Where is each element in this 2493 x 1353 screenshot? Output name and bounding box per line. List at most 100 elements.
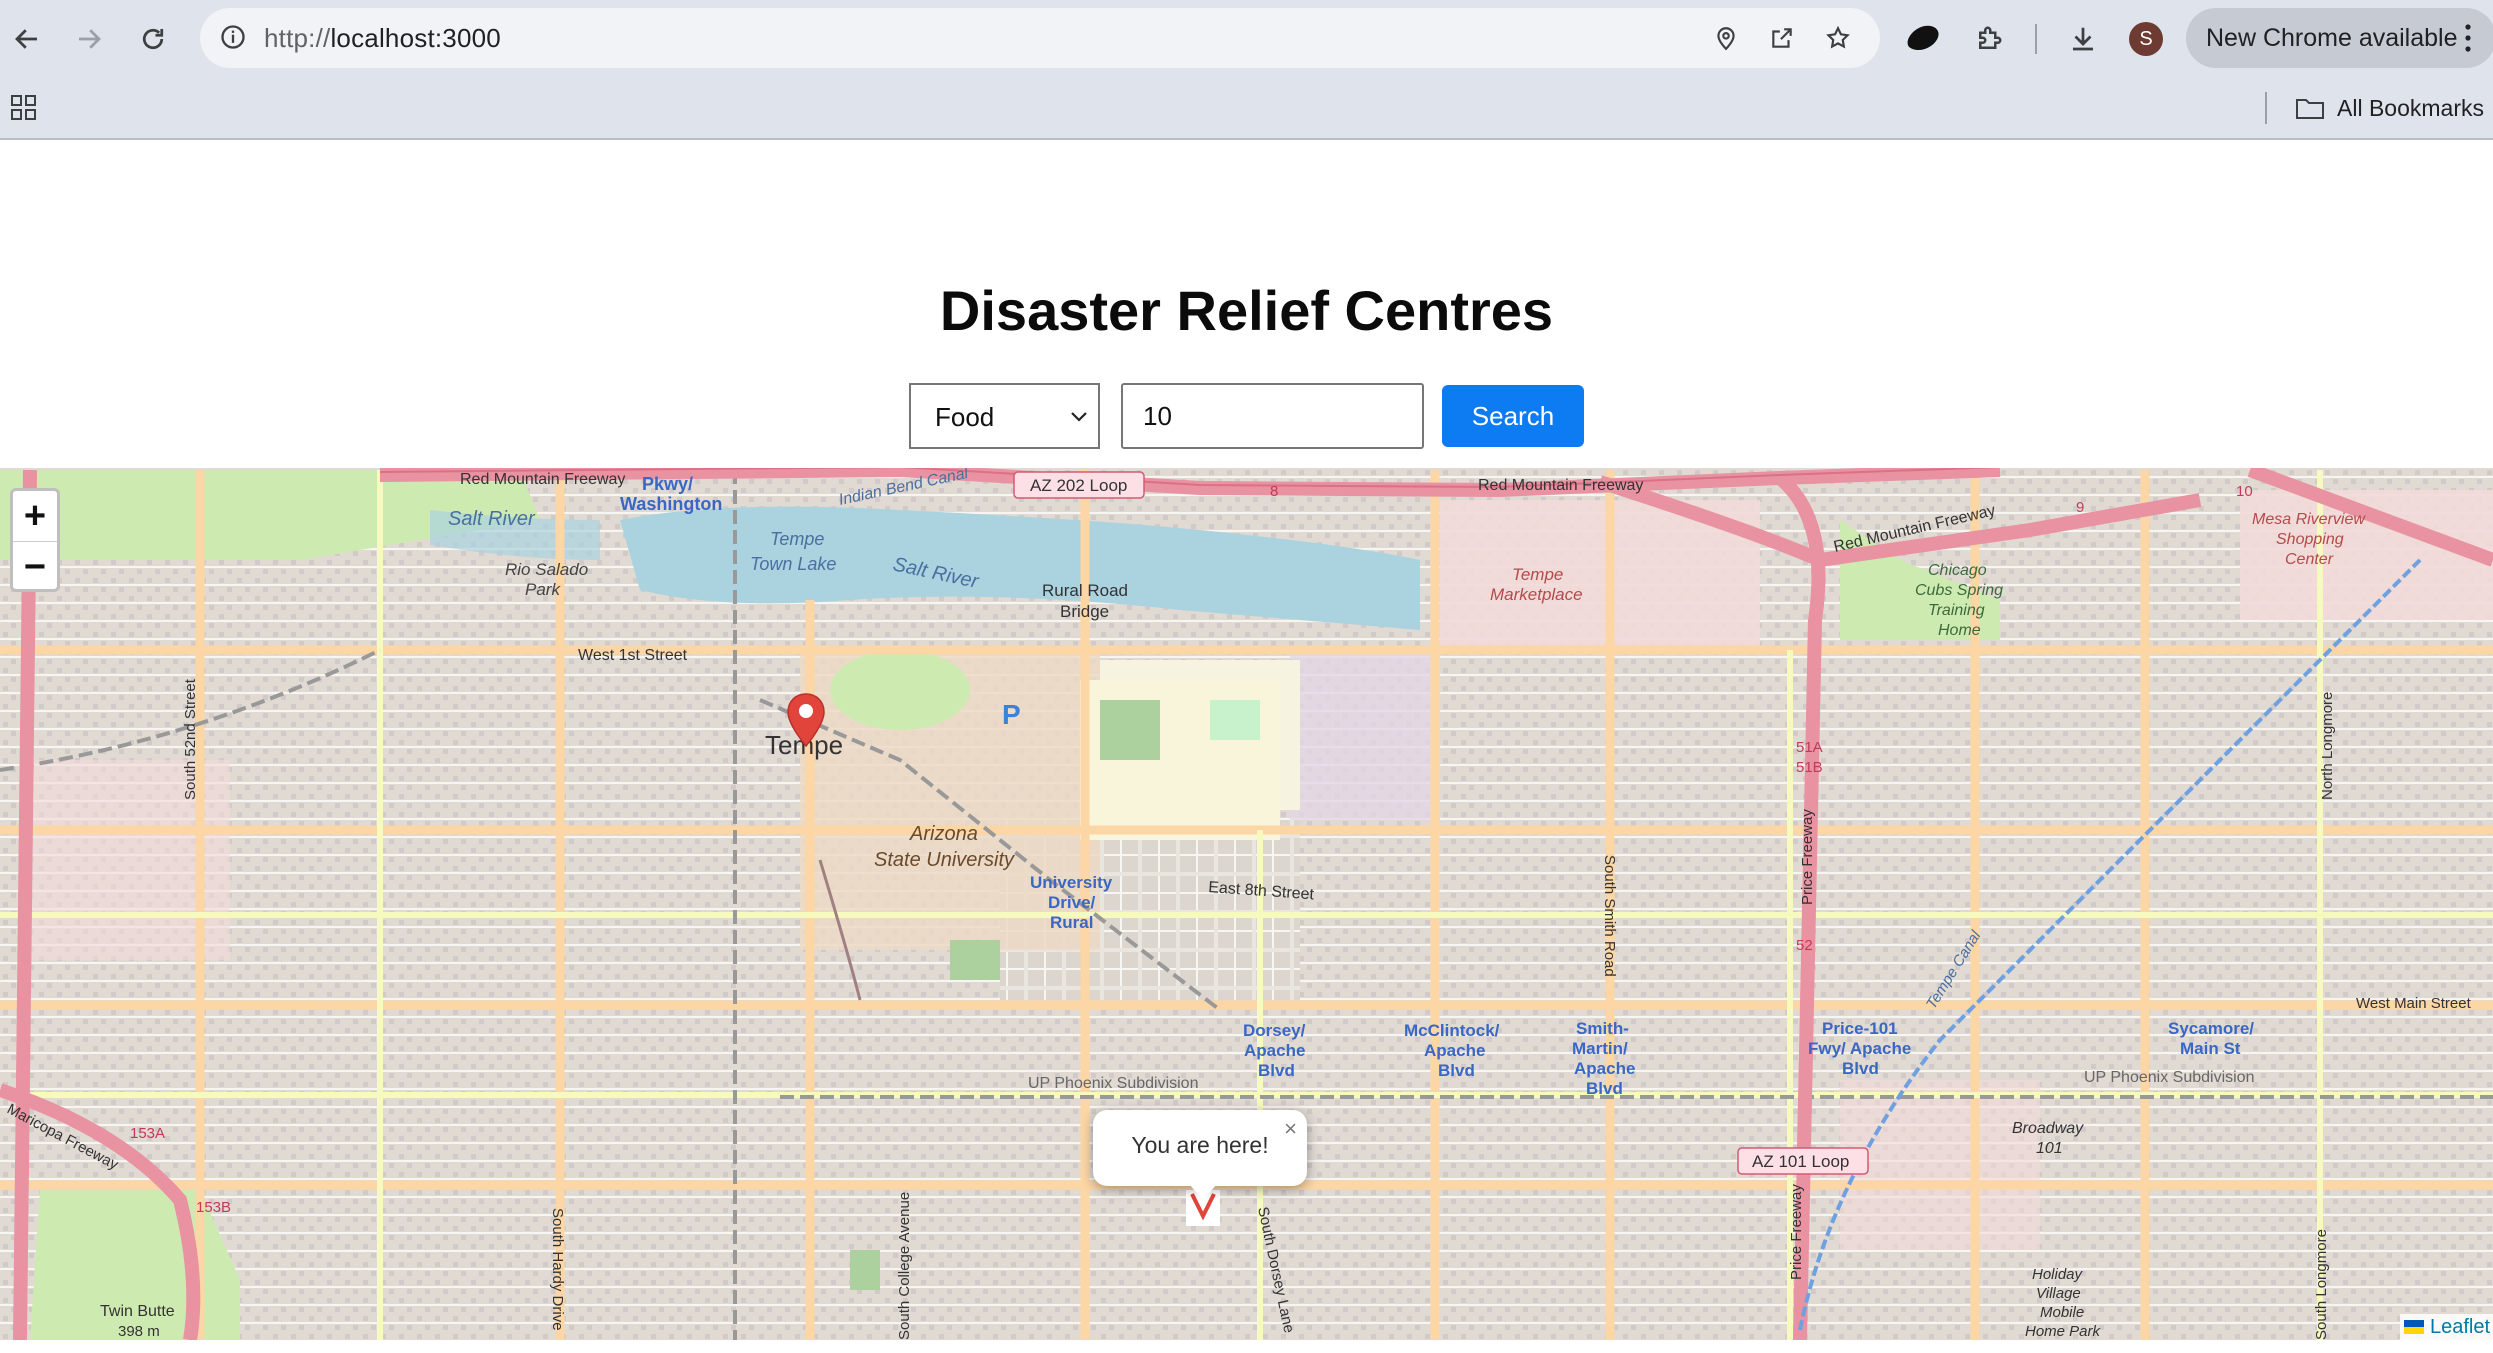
map-label: Washington bbox=[620, 494, 722, 514]
map-label: University bbox=[1030, 873, 1113, 892]
map-label: Arizona bbox=[909, 823, 978, 845]
map-label: Center bbox=[2285, 551, 2334, 568]
all-bookmarks-button[interactable]: All Bookmarks bbox=[2295, 90, 2484, 126]
open-in-new-icon[interactable] bbox=[1766, 22, 1798, 54]
map-label: 101 bbox=[2036, 1140, 2063, 1157]
map-label: Marketplace bbox=[1490, 585, 1583, 604]
map-label: Rio Salado bbox=[505, 560, 588, 579]
popup-close-button[interactable]: × bbox=[1284, 1116, 1297, 1142]
map-label: Shopping bbox=[2276, 531, 2344, 548]
category-selected-value: Food bbox=[935, 402, 995, 432]
update-label: New Chrome available bbox=[2206, 24, 2458, 52]
zoom-in-button[interactable]: + bbox=[13, 491, 57, 542]
ukraine-flag-icon bbox=[2404, 1320, 2424, 1334]
map-label: State University bbox=[874, 849, 1015, 871]
map-label: Cubs Spring bbox=[1915, 582, 2003, 599]
extensions-puzzle-icon[interactable] bbox=[1969, 20, 2009, 58]
site-info-icon[interactable] bbox=[218, 22, 248, 52]
map-label: Bridge bbox=[1060, 602, 1109, 621]
apps-grid-icon[interactable] bbox=[10, 94, 38, 122]
extension-blob-icon[interactable] bbox=[1902, 20, 1942, 58]
map-label: Dorsey/ bbox=[1243, 1021, 1306, 1040]
map-label: Main St bbox=[2180, 1039, 2241, 1058]
address-bar[interactable]: http://localhost:3000 bbox=[200, 8, 1880, 68]
map-label: Apache bbox=[1574, 1059, 1635, 1078]
map-label: Twin Butte bbox=[100, 1303, 175, 1320]
zoom-out-button[interactable]: − bbox=[13, 542, 57, 592]
bookmarks-divider bbox=[2265, 92, 2267, 124]
map-label: Price Freeway bbox=[1788, 1184, 1805, 1280]
map-label: 52 bbox=[1796, 937, 1813, 954]
map-label: 153B bbox=[196, 1199, 231, 1216]
map-label: Drive/ bbox=[1048, 893, 1096, 912]
map-label: West Main Street bbox=[2356, 995, 2472, 1012]
folder-icon bbox=[2296, 99, 2324, 119]
map-label: Blvd bbox=[1258, 1061, 1295, 1080]
map-label: Home Park bbox=[2025, 1323, 2102, 1340]
map-label: Apache bbox=[1424, 1041, 1485, 1060]
map-label: South Hardy Drive bbox=[549, 1208, 566, 1331]
map-label: 51A bbox=[1796, 739, 1823, 756]
bookmark-star-icon[interactable] bbox=[1822, 22, 1854, 54]
map-label: Home bbox=[1938, 622, 1981, 639]
download-icon[interactable] bbox=[2063, 20, 2103, 58]
map-label: AZ 202 Loop bbox=[1030, 476, 1127, 495]
map-container[interactable]: Salt River Salt River Rio Salado Park Pk… bbox=[0, 468, 2493, 1340]
map-label: Holiday bbox=[2032, 1266, 2084, 1283]
popup-tip bbox=[1189, 1184, 1217, 1200]
radius-input[interactable] bbox=[1121, 383, 1424, 449]
map-label: P bbox=[1002, 699, 1021, 730]
map-label: Tempe bbox=[770, 529, 824, 549]
category-select[interactable]: Food bbox=[909, 383, 1100, 449]
map-label: Blvd bbox=[1586, 1079, 1623, 1098]
map-label: Red Mountain Freeway bbox=[1478, 477, 1643, 494]
browser-toolbar: http://localhost:3000 S New Chrome avail… bbox=[0, 0, 2493, 78]
location-icon[interactable] bbox=[1710, 22, 1742, 54]
map-label: UP Phoenix Subdivision bbox=[2084, 1069, 2254, 1086]
map-label: Salt River bbox=[448, 508, 536, 530]
map-label: Fwy/ Apache bbox=[1808, 1039, 1911, 1058]
map-label: 51B bbox=[1796, 759, 1823, 776]
map-label: Pkwy/ bbox=[642, 474, 693, 494]
page-title: Disaster Relief Centres bbox=[939, 279, 1554, 342]
map-label: Training bbox=[1928, 602, 1985, 619]
map-label: 9 bbox=[2076, 499, 2084, 516]
popup-text: You are here! bbox=[1131, 1132, 1269, 1158]
map-label: South Smith Road bbox=[1601, 855, 1618, 977]
map-label: Village bbox=[2036, 1285, 2081, 1302]
map-attribution[interactable]: Leaflet bbox=[2400, 1314, 2493, 1340]
more-menu-icon[interactable] bbox=[2462, 22, 2474, 54]
map-label: Chicago bbox=[1928, 562, 1987, 579]
you-are-here-popup: You are here! × bbox=[1093, 1110, 1307, 1200]
map-label: McClintock/ bbox=[1404, 1021, 1500, 1040]
map-label: Sycamore/ bbox=[2168, 1019, 2254, 1038]
map-label: Town Lake bbox=[750, 554, 836, 574]
toolbar-divider bbox=[2035, 24, 2037, 54]
map-label: South College Avenue bbox=[896, 1192, 913, 1340]
map-label: Tempe bbox=[1512, 565, 1563, 584]
map-label: UP Phoenix Subdivision bbox=[1028, 1075, 1198, 1092]
map-label: Mobile bbox=[2040, 1304, 2084, 1321]
relief-centre-marker-icon[interactable] bbox=[786, 692, 826, 748]
map-label: Price Freeway bbox=[1799, 809, 1816, 905]
map-label: Rural bbox=[1050, 913, 1093, 932]
profile-avatar[interactable]: S bbox=[2129, 22, 2163, 56]
map-label: North Longmore bbox=[2319, 692, 2336, 800]
chrome-update-button[interactable]: New Chrome available bbox=[2186, 8, 2493, 68]
bookmarks-bar: All Bookmarks bbox=[0, 78, 2493, 140]
zoom-control: + − bbox=[10, 488, 60, 592]
leaflet-link[interactable]: Leaflet bbox=[2430, 1316, 2490, 1339]
map-label: Broadway bbox=[2012, 1120, 2084, 1137]
url-text[interactable]: http://localhost:3000 bbox=[264, 23, 501, 54]
map-label: South Longmore bbox=[2313, 1229, 2330, 1340]
reload-icon[interactable] bbox=[134, 20, 172, 58]
forward-icon[interactable] bbox=[70, 20, 108, 58]
map-label: Price-101 bbox=[1822, 1019, 1898, 1038]
map-label: Apache bbox=[1244, 1041, 1305, 1060]
chevron-down-icon bbox=[1071, 412, 1087, 422]
search-button[interactable]: Search bbox=[1442, 385, 1584, 447]
map-label: Red Mountain Freeway bbox=[460, 471, 625, 488]
back-icon[interactable] bbox=[8, 20, 46, 58]
map-label: South 52nd Street bbox=[182, 678, 199, 800]
map-label: Rural Road bbox=[1042, 581, 1128, 600]
